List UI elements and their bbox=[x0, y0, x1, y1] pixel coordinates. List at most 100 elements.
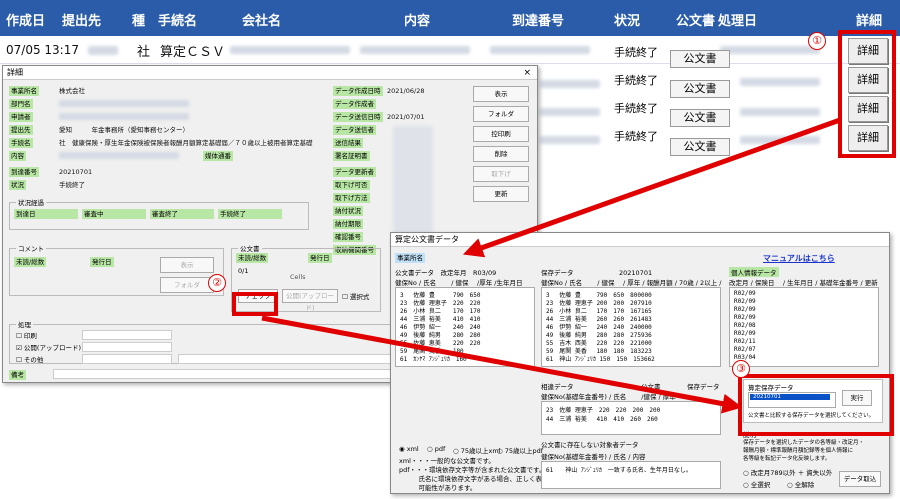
missing-list[interactable]: 61 神山 ｱﾝｼﾞｪﾘｶ 一致する氏名、生年月日なし。 bbox=[541, 461, 721, 489]
missing-header: 公文書に存在しない対象者データ bbox=[541, 441, 639, 449]
format-75-xml[interactable]: ○ 75歳以上xml bbox=[453, 445, 501, 455]
highlight-saved-data bbox=[738, 374, 894, 436]
other-input[interactable] bbox=[82, 354, 172, 364]
col-status[interactable]: 状況 bbox=[614, 10, 640, 29]
print-checkbox[interactable]: ☐ 印刷 bbox=[16, 330, 37, 340]
list-item[interactable]: 61 神山 ｱﾝｼﾞｪﾘｶ 150 150 153662 bbox=[546, 354, 655, 363]
list-item[interactable]: R02/07 bbox=[734, 346, 756, 353]
option-select-all[interactable]: ○ 全選択 bbox=[743, 479, 770, 489]
official-doc-button[interactable]: 公文書 bbox=[670, 109, 730, 127]
progress-title: 状況経過 bbox=[16, 197, 46, 207]
folder-button[interactable]: フォルダ bbox=[473, 106, 529, 122]
marker-1: ① bbox=[808, 32, 826, 50]
row-status-3: 手続終了 bbox=[614, 102, 658, 115]
diff-columns: 健保No(基礎年金番号) / 氏名 /健保 / 厚年 bbox=[541, 393, 676, 401]
list-item[interactable]: R02/11 bbox=[734, 338, 756, 345]
comment-show-button[interactable]: 表示 bbox=[160, 257, 214, 273]
label-status: 状況 bbox=[9, 180, 26, 190]
show-button[interactable]: 表示 bbox=[473, 86, 529, 102]
table-row[interactable]: 07/05 13:17 社 算定ＣＳＶ bbox=[0, 36, 900, 64]
other-checkbox[interactable]: ☐ その他 bbox=[16, 354, 43, 364]
upload-checkbox[interactable]: ☑ 公開(アップロード) bbox=[16, 342, 81, 352]
label-withdraw-method: 取下げ方法 bbox=[333, 193, 370, 203]
list-item[interactable]: R02/09 bbox=[734, 298, 756, 305]
list-item[interactable]: R02/09 bbox=[734, 314, 756, 321]
list-item[interactable]: 61 神山 ｱﾝｼﾞｪﾘｶ 一致する氏名、生年月日なし。 bbox=[546, 465, 692, 474]
close-icon[interactable]: × bbox=[523, 66, 531, 80]
withdraw-button[interactable]: 取下げ bbox=[473, 166, 529, 182]
official-unread: 未読/総数 bbox=[236, 253, 269, 263]
list-header: 作成日 提出先 種 手続名 会社名 内容 到達番号 状況 公文書 処理日 詳細 bbox=[0, 0, 900, 36]
col-company[interactable]: 会社名 bbox=[242, 10, 281, 29]
print-copy-button[interactable]: 控印刷 bbox=[473, 126, 529, 142]
comment-title: コメント bbox=[16, 243, 46, 253]
col-arrival[interactable]: 到達番号 bbox=[512, 10, 564, 29]
official-doc-button[interactable]: 公文書 bbox=[670, 50, 730, 68]
label-sender: データ送信者 bbox=[333, 125, 376, 135]
saved-data-columns: 健保No / 氏名 / 健保 / 厚年 / 報酬月額 / 70歳 / 2以上 / bbox=[541, 279, 722, 287]
explain-line: 保存データを選択したデータの各等級・改定月・ bbox=[743, 440, 865, 446]
highlight-detail-buttons bbox=[838, 30, 896, 158]
official-cells: Cells bbox=[290, 273, 306, 281]
list-item[interactable]: 61 ｶﾝﾔﾏ ｱﾝｼﾞｪﾘｶ 160 bbox=[400, 354, 467, 363]
delete-button[interactable]: 削除 bbox=[473, 146, 529, 162]
official-issued: 発行日 bbox=[308, 253, 332, 263]
memo-label: 備考 bbox=[9, 370, 26, 380]
col-official[interactable]: 公文書 bbox=[676, 10, 715, 29]
option-deselect-all[interactable]: ○ 全解除 bbox=[787, 479, 814, 489]
label-send-result: 送信結果 bbox=[333, 138, 363, 148]
highlight-check-button bbox=[232, 292, 278, 316]
option-deselect-all-label: 全解除 bbox=[794, 481, 815, 489]
print-input[interactable] bbox=[82, 330, 172, 340]
col-destination[interactable]: 提出先 bbox=[62, 10, 101, 29]
row-type: 社 bbox=[137, 45, 151, 60]
label-payment-due: 納付期限 bbox=[333, 219, 363, 229]
diff-sub-kobun: 公文書 bbox=[641, 383, 661, 391]
col-date[interactable]: 作成日 bbox=[6, 10, 45, 29]
label-department: 部門名 bbox=[9, 99, 33, 109]
option-exclude[interactable]: ○ 改定月789以外 ＋ 資失以外 bbox=[743, 467, 832, 477]
dialog-title-bar: 詳細 × bbox=[3, 66, 537, 80]
missing-columns: 健保No(基礎年金番号) / 氏名 / 内容 bbox=[541, 453, 646, 461]
upload-input[interactable] bbox=[82, 342, 172, 352]
manual-link[interactable]: マニュアルはこちら bbox=[763, 253, 835, 264]
dialog-title: 詳細 bbox=[7, 68, 23, 77]
print-label: 印刷 bbox=[23, 332, 37, 340]
diff-list[interactable]: 23 佐藤 理恵子 220 220 200 200 44 三浦 裕美 410 4… bbox=[541, 401, 721, 435]
label-media: 媒体通番 bbox=[203, 151, 233, 161]
row-status-2: 手続終了 bbox=[614, 74, 658, 87]
col-detail[interactable]: 詳細 bbox=[856, 10, 882, 29]
col-type[interactable]: 種 bbox=[132, 10, 145, 29]
official-doc-button[interactable]: 公文書 bbox=[670, 80, 730, 98]
personal-data-list[interactable]: R02/09 R02/09 R02/09 R02/09 R02/08 R02/0… bbox=[729, 287, 879, 367]
import-data-button[interactable]: データ取込 bbox=[839, 471, 881, 487]
format-pdf[interactable]: ○ pdf bbox=[427, 445, 445, 453]
list-item[interactable]: R02/09 bbox=[734, 290, 756, 297]
format-75-pdf[interactable]: ○ 75歳以上pdf bbox=[497, 445, 543, 455]
list-item[interactable]: R02/08 bbox=[734, 322, 756, 329]
format-75-xml-label: 75歳以上xml bbox=[460, 447, 501, 455]
label-confirm-number: 確認番号 bbox=[333, 232, 363, 242]
row-date: 07/05 13:17 bbox=[6, 43, 79, 57]
format-xml[interactable]: ◉ xml bbox=[399, 445, 419, 453]
row-status-4: 手続終了 bbox=[614, 130, 658, 143]
processing-title: 処理 bbox=[16, 319, 33, 329]
official-upload-button[interactable]: 公開(アップロード) bbox=[282, 289, 338, 312]
list-item[interactable]: R02/09 bbox=[734, 306, 756, 313]
progress-col-review-end: 審査終了 bbox=[150, 209, 214, 219]
label-updater: データ更新者 bbox=[333, 167, 376, 177]
list-item[interactable]: 44 三浦 裕美 410 410 260 260 bbox=[546, 414, 658, 423]
compare-title-bar: 算定公文書データ bbox=[391, 233, 889, 247]
col-procedure[interactable]: 手続名 bbox=[158, 10, 197, 29]
saved-data-list[interactable]: 3 佐藤 豊 790 650 800000 23 佐藤 理恵子 200 200 … bbox=[541, 287, 721, 367]
list-item[interactable]: R02/09 bbox=[734, 330, 756, 337]
col-processed[interactable]: 処理日 bbox=[718, 10, 757, 29]
label-content: 内容 bbox=[9, 151, 26, 161]
official-select-option[interactable]: ☐ 選択式 bbox=[342, 291, 369, 301]
update-button[interactable]: 更新 bbox=[473, 186, 529, 202]
comment-folder-button[interactable]: フォルダ bbox=[160, 277, 214, 293]
official-doc-button[interactable]: 公文書 bbox=[670, 138, 730, 156]
kobun-data-list[interactable]: 3 佐藤 豊 790 650 23 佐藤 理恵子 220 220 26 小林 良… bbox=[395, 287, 535, 367]
col-content[interactable]: 内容 bbox=[404, 10, 430, 29]
list-item[interactable]: 23 佐藤 理恵子 220 220 200 200 bbox=[546, 405, 660, 414]
